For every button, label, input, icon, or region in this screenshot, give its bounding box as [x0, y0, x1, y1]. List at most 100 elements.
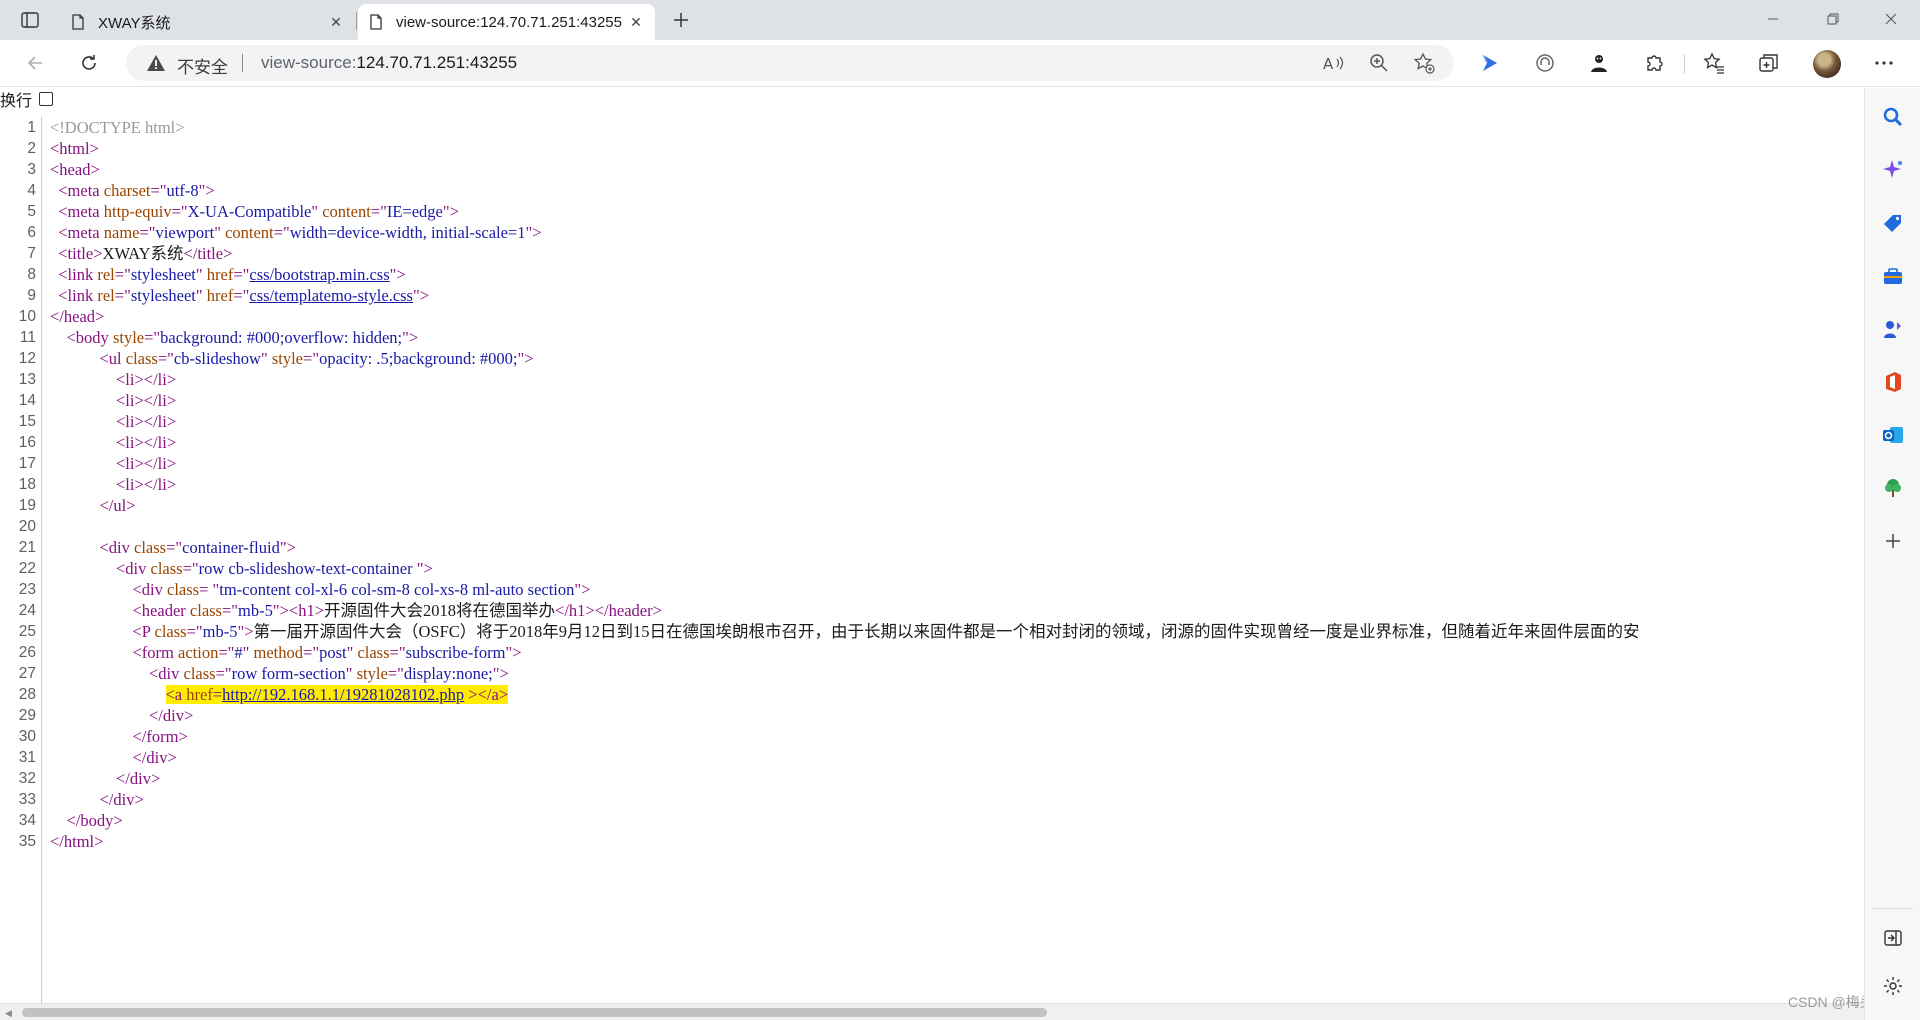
add-favorite-button[interactable]: [1412, 52, 1436, 74]
zoom-button[interactable]: [1367, 52, 1391, 74]
source-link[interactable]: http://192.168.1.1/19281028102.php: [222, 685, 464, 704]
source-token: =": [171, 202, 188, 221]
source-line: 31 </div>: [0, 747, 1864, 768]
source-token: style: [356, 664, 388, 683]
profile-avatar[interactable]: [1813, 50, 1841, 78]
source-token: #: [234, 643, 243, 662]
source-line: 26 <form action="#" method="post" class=…: [0, 642, 1864, 663]
line-source: <div class="row cb-slideshow-text-contai…: [42, 558, 433, 579]
sidebar-divider: [1873, 908, 1913, 909]
url-text[interactable]: view-source:124.70.71.251:43255: [261, 53, 517, 73]
sidebar-outlook-button[interactable]: [1881, 423, 1905, 447]
source-token: <meta: [58, 181, 104, 200]
source-token: <head>: [50, 160, 100, 179]
source-token: [50, 580, 133, 599]
sidebar-tools-button[interactable]: [1881, 264, 1905, 288]
line-number: 24: [18, 602, 36, 619]
source-token: 开源固件大会2018将在德国举办: [324, 601, 556, 620]
line-number: 15: [18, 413, 36, 430]
sidebar-games-button[interactable]: [1881, 317, 1905, 341]
source-token: <meta: [58, 202, 104, 221]
source-token: <body: [66, 328, 113, 347]
source-token: utf-8: [166, 181, 199, 200]
sidebar-add-button[interactable]: [1881, 529, 1905, 553]
new-tab-button[interactable]: [665, 6, 697, 34]
sidebar-copilot-button[interactable]: [1881, 158, 1905, 182]
source-token: class: [125, 349, 158, 368]
tab-xway[interactable]: XWAY系统 ✕: [60, 4, 355, 40]
more-button[interactable]: [1870, 50, 1898, 76]
tab-actions-menu-button[interactable]: [12, 6, 48, 34]
source-token: href: [206, 265, 234, 284]
copilot-button[interactable]: [1476, 50, 1504, 76]
horizontal-scrollbar[interactable]: ◀: [0, 1003, 1864, 1020]
line-source: <html>: [42, 138, 99, 159]
settings-icon: [1884, 977, 1902, 995]
source-token: 第一届开源固件大会（OSFC）将于2018年9月12日到15日在德国埃朗根市召开…: [253, 622, 1640, 641]
extension-profile-button[interactable]: [1585, 50, 1613, 76]
sidebar-settings-button[interactable]: [1881, 974, 1905, 998]
source-line: 19 </ul>: [0, 495, 1864, 516]
refresh-button[interactable]: [72, 47, 106, 79]
page-icon: [72, 14, 84, 30]
line-number: 26: [18, 644, 36, 661]
line-number: 34: [18, 812, 36, 829]
warning-icon[interactable]: [146, 54, 166, 72]
extensions-button[interactable]: [1640, 50, 1668, 76]
security-label[interactable]: 不安全: [177, 53, 228, 78]
line-number: 27: [18, 665, 36, 682]
minimize-button[interactable]: [1750, 4, 1796, 34]
close-window-button[interactable]: [1868, 4, 1914, 34]
source-link[interactable]: css/bootstrap.min.css: [249, 265, 389, 284]
close-tab-icon[interactable]: ✕: [627, 13, 645, 31]
source-token: <li></li>: [116, 370, 177, 389]
source-token: =": [182, 559, 199, 578]
page-icon: [370, 14, 382, 30]
tab-view-source[interactable]: view-source:124.70.71.251:43255 ✕: [358, 4, 655, 40]
sidebar-shopping-button[interactable]: [1881, 211, 1905, 235]
source-token: </div>: [149, 706, 194, 725]
source-token: <div: [116, 559, 151, 578]
address-bar[interactable]: 不安全 view-source:124.70.71.251:43255 A: [126, 45, 1454, 81]
line-source: <title>XWAY系统</title>: [42, 243, 232, 264]
sidebar-tree-button[interactable]: [1881, 476, 1905, 500]
hide-sidebar-button[interactable]: [1881, 926, 1905, 950]
source-link[interactable]: css/templatemo-style.css: [249, 286, 413, 305]
source-token: class: [357, 643, 390, 662]
source-token: tm-content col-xl-6 col-sm-8 col-xs-8 ml…: [219, 580, 575, 599]
source-line: 6 <meta name="viewport" content="width=d…: [0, 222, 1864, 243]
source-token: =": [370, 202, 387, 221]
source-token: <html>: [50, 139, 99, 158]
close-icon: [1885, 13, 1897, 25]
source-token: <link: [58, 286, 98, 305]
source-token: [50, 727, 133, 746]
url-scheme: view-source:: [261, 53, 357, 72]
line-wrap-toggle[interactable]: 换行: [0, 90, 54, 110]
line-source: <div class="container-fluid">: [42, 537, 296, 558]
source-token: </h1></header>: [555, 601, 662, 620]
favorites-button[interactable]: [1700, 50, 1728, 76]
restore-button[interactable]: [1810, 4, 1856, 34]
collections-button[interactable]: [1755, 50, 1783, 76]
scrollbar-thumb[interactable]: [22, 1008, 1047, 1017]
sidebar-search-button[interactable]: [1881, 105, 1905, 129]
scroll-left-icon[interactable]: ◀: [5, 1008, 12, 1019]
tracking-prevention-button[interactable]: [1531, 50, 1559, 76]
line-number: 20: [18, 518, 36, 535]
close-tab-icon[interactable]: ✕: [327, 13, 345, 31]
source-token: name: [103, 223, 140, 242]
line-number: 11: [19, 329, 36, 346]
source-viewport[interactable]: 换行 1 <!DOCTYPE html> 2 <html> 3 <head> 4 <meta…: [0, 88, 1864, 1003]
source-token: href: [186, 685, 213, 704]
read-aloud-button[interactable]: A: [1322, 52, 1346, 74]
line-wrap-checkbox[interactable]: [39, 92, 54, 106]
extensions-icon: [1647, 55, 1663, 71]
source-token: <!DOCTYPE html>: [50, 118, 185, 137]
sidebar-office-button[interactable]: [1881, 370, 1905, 394]
zoom-icon: [1370, 54, 1388, 72]
source-token: href: [206, 286, 234, 305]
line-number: 25: [18, 623, 36, 640]
source-token: method: [253, 643, 304, 662]
back-button[interactable]: [18, 47, 52, 79]
line-source: <head>: [42, 159, 100, 180]
